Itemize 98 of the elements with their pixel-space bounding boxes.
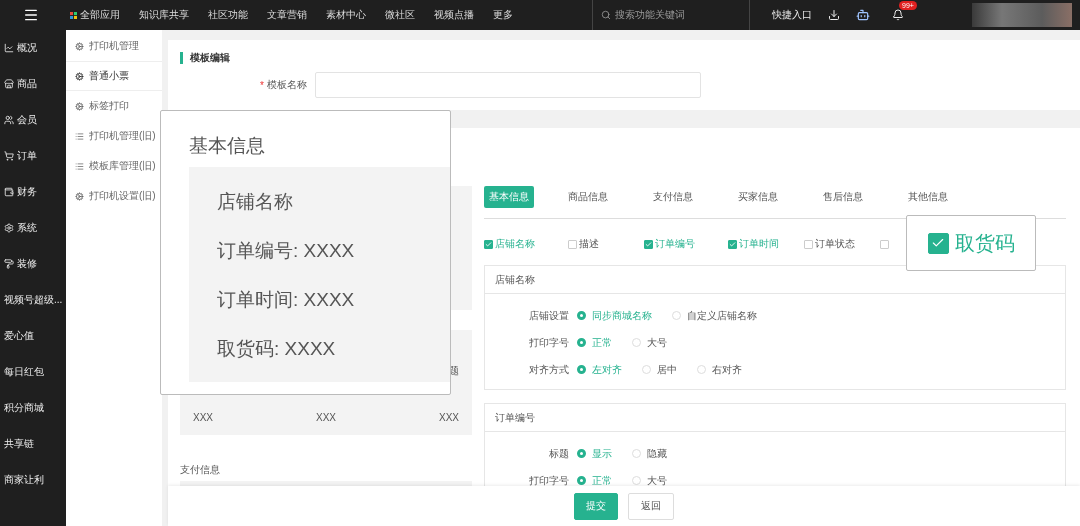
preview-value: XXX	[438, 412, 459, 423]
back-button[interactable]: 返回	[628, 492, 674, 520]
setting-label: 打印字号	[528, 335, 569, 350]
sidebar-item[interactable]: 积分商城	[0, 390, 66, 426]
submenu-item[interactable]: 普通小票	[66, 61, 162, 91]
setting-label: 标题	[548, 446, 569, 461]
radio[interactable]	[577, 338, 586, 347]
popup-label: 取货码	[954, 230, 1015, 256]
nav-link[interactable]: 知识库共享	[139, 8, 189, 22]
submenu-item[interactable]: 打印机管理(旧)	[66, 121, 162, 151]
list-icon	[75, 131, 84, 141]
sidebar-item[interactable]: 概况	[0, 30, 66, 66]
nav-link[interactable]: 社区功能	[208, 8, 248, 22]
gear-icon	[75, 41, 84, 51]
checkbox[interactable]	[568, 239, 577, 249]
gear-icon	[75, 101, 84, 111]
sidebar-item[interactable]: 财务	[0, 174, 66, 210]
paint-roller-icon	[4, 259, 14, 269]
radio-option[interactable]: 隐藏	[632, 446, 667, 461]
checkbox[interactable]	[484, 239, 493, 249]
checkbox[interactable]	[927, 232, 949, 254]
required-mark: *	[260, 79, 264, 91]
download-icon[interactable]	[828, 9, 840, 21]
sidebar-item[interactable]: 订单	[0, 138, 66, 174]
card-title: 模板编辑	[180, 52, 1068, 64]
wallet-icon	[4, 187, 14, 197]
check-icon	[645, 240, 652, 248]
setting-label: 店铺设置	[528, 308, 569, 323]
preview-section-label: 支付信息	[180, 463, 221, 477]
setting-label: 打印字号	[528, 473, 569, 488]
setting-label: 对齐方式	[528, 362, 569, 377]
settings-icon	[4, 223, 14, 233]
search-icon	[601, 10, 611, 20]
submenu-item[interactable]: 模板库管理(旧)	[66, 151, 162, 181]
checkbox[interactable]	[644, 239, 653, 249]
sidebar-item[interactable]: 系统	[0, 210, 66, 246]
checkbox[interactable]	[728, 239, 737, 249]
quick-entry-link[interactable]: 快捷入口	[772, 8, 812, 22]
radio-option[interactable]: 右对齐	[697, 362, 742, 377]
apps-grid-icon	[70, 11, 77, 19]
popup-title: 基本信息	[189, 134, 266, 158]
avatar[interactable]	[972, 3, 1072, 27]
nav-link[interactable]: 文章营销	[267, 8, 307, 22]
search-field[interactable]: 搜索功能关键词	[592, 0, 750, 30]
checkbox[interactable]	[880, 239, 889, 249]
check-icon	[485, 240, 492, 248]
sidebar-item[interactable]: 共享链	[0, 426, 66, 462]
checkbox[interactable]	[804, 239, 813, 249]
nav-link[interactable]: 全部应用	[70, 8, 120, 22]
tab[interactable]: 买家信息	[720, 186, 795, 208]
tab[interactable]: 商品信息	[550, 186, 625, 208]
preview-line: 取货码: XXXX	[217, 337, 337, 361]
sidebar-item[interactable]: 商家让利	[0, 462, 66, 498]
nav-link[interactable]: 微社区	[385, 8, 415, 22]
gear-icon	[75, 71, 84, 81]
section-title: 订单编号	[485, 404, 1065, 432]
nav-link[interactable]: 更多	[493, 8, 513, 22]
robot-icon[interactable]	[856, 8, 870, 22]
check-icon	[729, 240, 736, 248]
nav-link[interactable]: 素材中心	[326, 8, 366, 22]
preview-value: XXX	[193, 412, 213, 423]
preview-line: 店铺名称	[217, 190, 294, 214]
menu-icon[interactable]	[23, 7, 39, 23]
gear-icon	[75, 191, 84, 201]
store-icon	[4, 79, 14, 89]
users-icon	[4, 115, 14, 125]
radio-option[interactable]: 大号	[632, 335, 667, 350]
sidebar-item[interactable]: 每日红包	[0, 354, 66, 390]
field-checkbox[interactable]: 订单状态	[804, 237, 880, 251]
sidebar-item[interactable]: 装修	[0, 246, 66, 282]
list-icon	[75, 161, 84, 171]
nav-link[interactable]: 视频点播	[434, 8, 474, 22]
sidebar-item[interactable]: 爱心值	[0, 318, 66, 354]
cart-icon	[4, 151, 14, 161]
submenu-item[interactable]: 打印机设置(旧)	[66, 181, 162, 211]
preview-line: 订单编号: XXXX	[217, 239, 356, 263]
submenu-item[interactable]: 打印机管理	[66, 31, 162, 61]
radio-option[interactable]: 大号	[632, 473, 667, 488]
preview-line: 订单时间: XXXX	[217, 288, 356, 312]
radio[interactable]	[577, 311, 586, 320]
sidebar-item[interactable]: 会员	[0, 102, 66, 138]
field-label: 模板名称	[266, 78, 307, 92]
radio[interactable]	[577, 365, 586, 374]
tab[interactable]: 其他信息	[890, 186, 965, 208]
radio[interactable]	[577, 449, 586, 458]
field-checkbox[interactable]: 描述	[568, 237, 644, 251]
bell-icon[interactable]	[892, 9, 904, 21]
radio-option[interactable]: 自定义店铺名称	[672, 308, 757, 323]
radio-option[interactable]: 居中	[642, 362, 677, 377]
check-icon	[931, 236, 945, 250]
sidebar-item[interactable]: 视频号超级...	[0, 282, 66, 318]
preview-value: XXX	[316, 412, 336, 423]
chart-icon	[4, 43, 14, 53]
tab[interactable]: 售后信息	[805, 186, 880, 208]
tab[interactable]: 支付信息	[635, 186, 710, 208]
template-name-input[interactable]	[314, 72, 701, 98]
sidebar-item[interactable]: 商品	[0, 66, 66, 102]
submenu-item[interactable]: 标签打印	[66, 91, 162, 121]
